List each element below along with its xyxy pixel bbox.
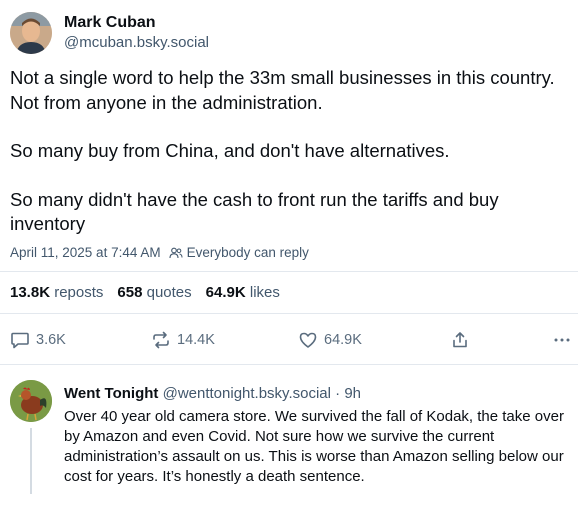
- reply-setting: Everybody can reply: [169, 245, 309, 260]
- reply-header: Went Tonight @wenttonight.bsky.social · …: [64, 384, 361, 404]
- reply-button[interactable]: 3.6K: [10, 325, 66, 355]
- post-paragraph: Not a single word to help the 33m small …: [10, 67, 555, 113]
- more-options-button[interactable]: [552, 325, 572, 355]
- reply-separator: ·: [335, 385, 341, 402]
- reposts-label: reposts: [54, 284, 104, 301]
- quotes-stat[interactable]: 658 quotes: [117, 284, 191, 301]
- more-icon: [554, 338, 570, 342]
- rooster-avatar-icon: [10, 380, 52, 422]
- divider: [0, 271, 578, 272]
- author-display-name[interactable]: Mark Cuban: [64, 13, 209, 33]
- reply-body: Over 40 year old camera store. We surviv…: [64, 408, 564, 485]
- like-count: 64.9K: [324, 332, 362, 348]
- post-author: Mark Cuban @mcuban.bsky.social: [10, 12, 550, 54]
- author-avatar[interactable]: [10, 12, 52, 54]
- divider: [0, 313, 578, 314]
- reply-icon: [11, 332, 29, 349]
- repost-button[interactable]: 14.4K: [151, 325, 215, 355]
- reposts-count: 13.8K: [10, 284, 51, 301]
- reply-time[interactable]: 9h: [344, 385, 361, 402]
- reposts-stat[interactable]: 13.8K reposts: [10, 284, 103, 301]
- repost-count: 14.4K: [177, 332, 215, 348]
- share-icon: [453, 332, 467, 348]
- reply-handle[interactable]: @wenttonight.bsky.social: [163, 385, 331, 402]
- author-names: Mark Cuban @mcuban.bsky.social: [64, 13, 209, 53]
- post-paragraph: So many didn't have the cash to front ru…: [10, 188, 499, 235]
- quotes-count: 658: [117, 284, 143, 301]
- likes-label: likes: [249, 284, 280, 301]
- post-paragraph: So many buy from China, and don't have a…: [10, 140, 450, 161]
- reply-setting-label: Everybody can reply: [186, 245, 309, 260]
- like-icon: [299, 332, 317, 348]
- post-meta: April 11, 2025 at 7:44 AM Everybody can …: [10, 245, 309, 260]
- reply-display-name[interactable]: Went Tonight: [64, 385, 158, 402]
- likes-count: 64.9K: [205, 284, 246, 301]
- divider: [0, 364, 578, 365]
- post-timestamp[interactable]: April 11, 2025 at 7:44 AM: [10, 245, 161, 260]
- reply-count: 3.6K: [36, 332, 66, 348]
- post-actions: 3.6K 14.4K 64.9K: [10, 325, 572, 355]
- share-button[interactable]: [450, 325, 470, 355]
- like-button[interactable]: 64.9K: [298, 325, 362, 355]
- quotes-label: quotes: [146, 284, 192, 301]
- thread-line: [30, 428, 32, 494]
- reply-avatar[interactable]: [10, 380, 52, 422]
- post-body: Not a single word to help the 33m small …: [10, 66, 568, 237]
- author-handle[interactable]: @mcuban.bsky.social: [64, 33, 209, 53]
- engagement-stats: 13.8K reposts 658 quotes 64.9K likes: [10, 284, 280, 301]
- likes-stat[interactable]: 64.9K likes: [206, 284, 280, 301]
- people-icon: [169, 247, 183, 258]
- avatar-photo-icon: [10, 12, 52, 54]
- repost-icon: [153, 331, 169, 349]
